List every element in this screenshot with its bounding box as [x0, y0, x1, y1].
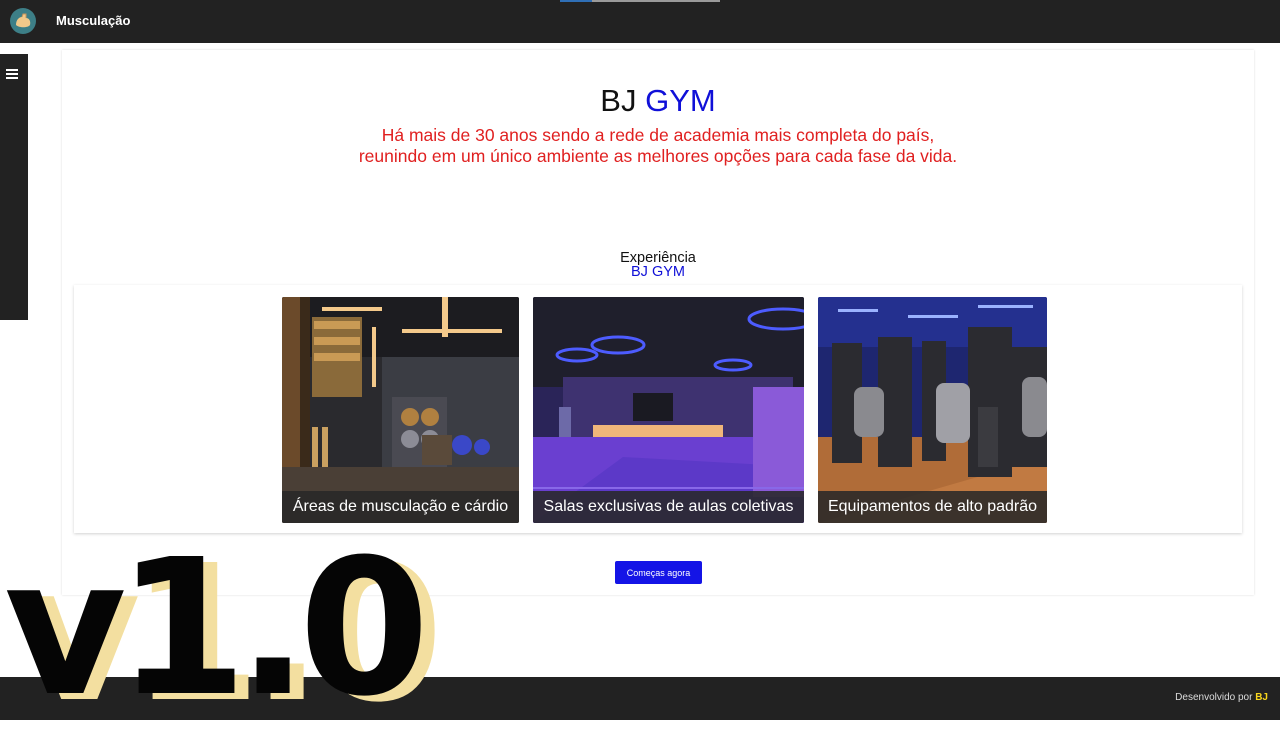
version-text: v1.0 [4, 519, 430, 738]
flexed-arm-icon [16, 13, 31, 28]
hero-subtitle-line-2: reunindo em um único ambiente as melhore… [358, 146, 958, 166]
hero-title-main: BJ [600, 83, 637, 118]
card-caption: Salas exclusivas de aulas coletivas [533, 491, 804, 523]
start-now-button[interactable]: Começas agora [615, 561, 702, 584]
footer-credit: Desenvolvido por BJ [1175, 692, 1268, 703]
loading-progress-fill [560, 0, 592, 2]
card-musculacao-cardio[interactable]: Áreas de musculação e cárdio [282, 297, 519, 523]
hero-subtitle: Há mais de 30 anos sendo a rede de acade… [0, 125, 1280, 167]
footer-credit-brand: BJ [1255, 692, 1268, 703]
group-class-room-image [533, 297, 804, 523]
hero-title-accent: GYM [645, 83, 716, 118]
card-equipamentos[interactable]: Equipamentos de alto padrão [818, 297, 1047, 523]
card-aulas-coletivas[interactable]: Salas exclusivas de aulas coletivas [533, 297, 804, 523]
footer-credit-prefix: Desenvolvido por [1175, 692, 1253, 703]
hero-title: BJ GYM [0, 83, 1280, 119]
hero-subtitle-line-1: Há mais de 30 anos sendo a rede de acade… [381, 125, 935, 145]
app-title: Musculação [56, 13, 131, 28]
top-app-bar: Musculação [0, 0, 1280, 43]
card-caption: Equipamentos de alto padrão [818, 491, 1047, 523]
version-overlay: v1.0 v1.0 [4, 519, 444, 738]
experience-brand: BJ GYM [631, 264, 685, 280]
gym-equipment-image [818, 297, 1047, 523]
gym-weights-area-image [282, 297, 519, 523]
app-logo-icon[interactable] [10, 8, 36, 34]
hamburger-menu-icon[interactable] [6, 69, 20, 81]
loading-progress-bar [560, 0, 720, 2]
